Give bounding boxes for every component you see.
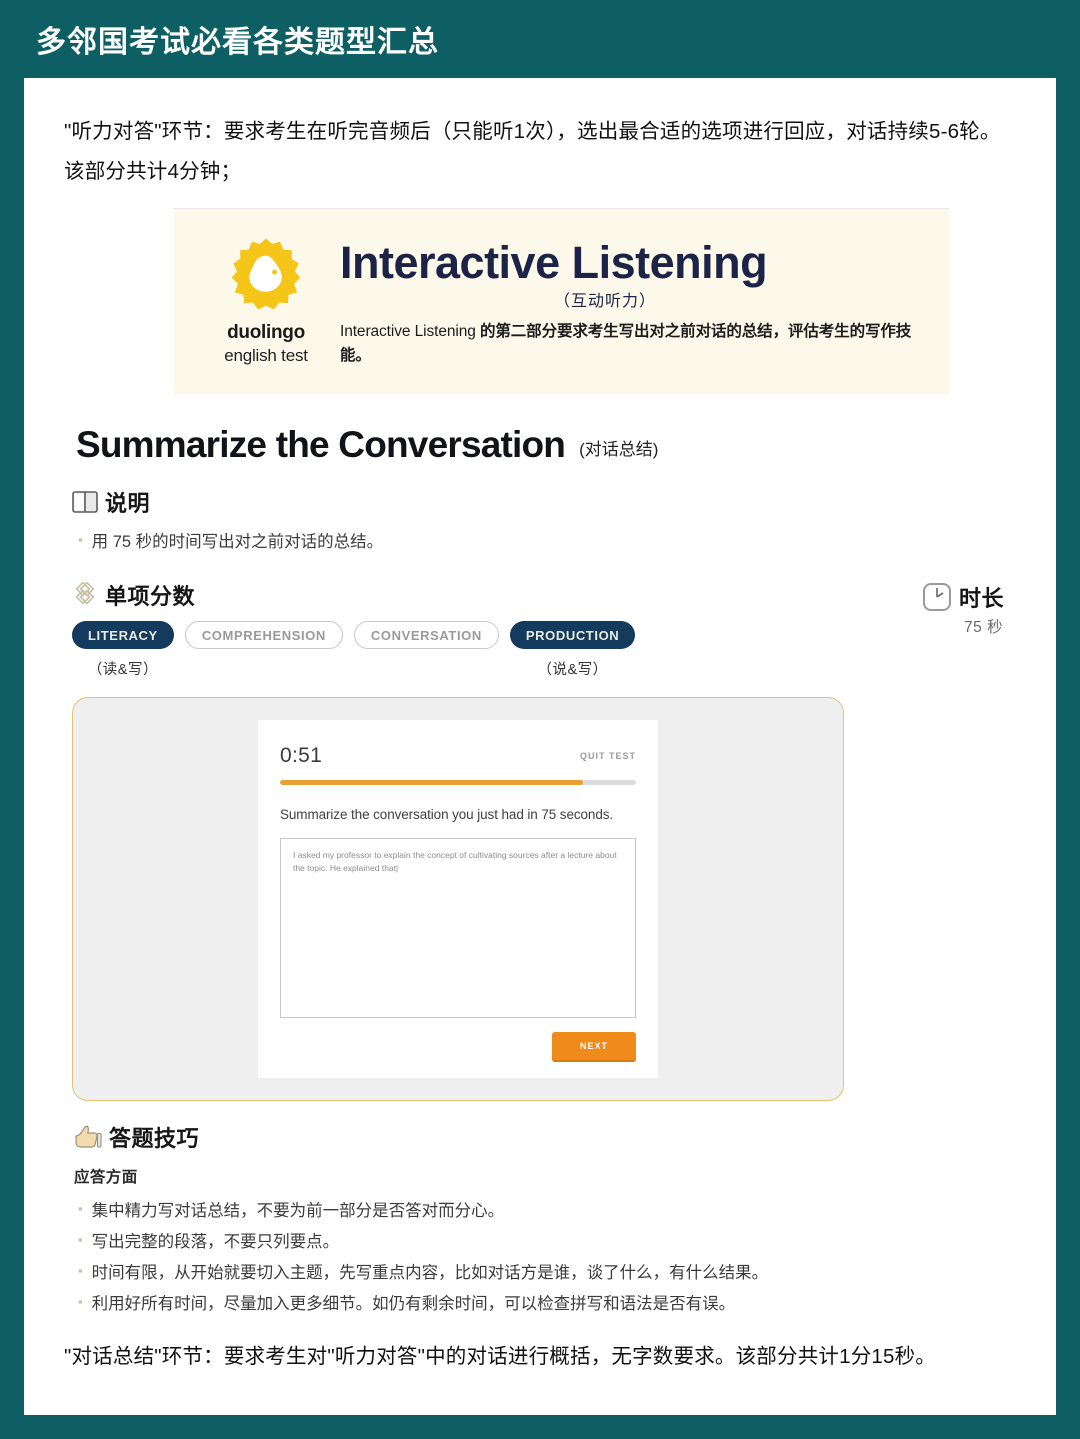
diamond-pattern-icon bbox=[75, 582, 95, 605]
list-item: ▪ 利用好所有时间，尽量加入更多细节。如仍有剩余时间，可以检查拼写和语法是否有误… bbox=[78, 1290, 1016, 1319]
duration-block: 时长 75 秒 bbox=[922, 579, 1004, 637]
mockup-answer-input[interactable]: I asked my professor to explain the conc… bbox=[280, 838, 636, 1019]
score-tag-label[interactable]: LITERACY bbox=[72, 621, 174, 650]
tips-list: ▪ 集中精力写对话总结，不要为前一部分是否答对而分心。 ▪ 写出完整的段落，不要… bbox=[78, 1197, 1016, 1319]
tips-heading-row: 答题技巧 bbox=[72, 1121, 1016, 1153]
instructions-list: ▪ 用 75 秒的时间写出对之前对话的总结。 bbox=[78, 528, 1016, 557]
next-button[interactable]: NEXT bbox=[552, 1032, 636, 1061]
scores-block: 单项分数 LITERACY （读&写） COMPREHENSION CONVER… bbox=[72, 579, 636, 679]
scores-heading-row: 单项分数 bbox=[72, 579, 635, 611]
mockup-screen: 0:51 QUIT TEST Summarize the conversatio… bbox=[258, 720, 658, 1079]
list-item-text: 写出完整的段落，不要只列要点。 bbox=[91, 1232, 340, 1251]
score-tag-note: （读&写） bbox=[87, 662, 158, 679]
section-block: Summarize the Conversation (对话总结) bbox=[72, 424, 1016, 466]
list-item: ▪ 集中精力写对话总结，不要为前一部分是否答对而分心。 bbox=[78, 1197, 1016, 1226]
score-tag-label[interactable]: COMPREHENSION bbox=[184, 621, 343, 650]
book-icon bbox=[72, 491, 98, 514]
banner-text-block: Interactive Listening （互动听力） Interactive… bbox=[334, 235, 929, 368]
mockup-progress-fill bbox=[280, 780, 583, 786]
bullet-dot-icon: ▪ bbox=[78, 1201, 83, 1217]
mockup-prompt: Summarize the conversation you just had … bbox=[280, 807, 614, 823]
instructions-heading: 说明 bbox=[105, 491, 151, 517]
duolingo-subtitle: english test bbox=[224, 345, 308, 365]
list-item-text: 集中精力写对话总结，不要为前一部分是否答对而分心。 bbox=[91, 1202, 505, 1221]
bullet-dot-icon: ▪ bbox=[78, 1262, 83, 1278]
page-header: 多邻国考试必看各类题型汇总 bbox=[0, 0, 1080, 78]
mockup-timer: 0:51 bbox=[280, 744, 323, 768]
duolingo-owl-icon bbox=[231, 238, 301, 310]
scores-duration-row: 单项分数 LITERACY （读&写） COMPREHENSION CONVER… bbox=[72, 579, 1016, 679]
score-tag-label[interactable]: CONVERSATION bbox=[353, 621, 499, 650]
list-item: ▪ 用 75 秒的时间写出对之前对话的总结。 bbox=[78, 528, 1016, 557]
mockup-footer: NEXT bbox=[280, 1032, 636, 1061]
list-item-text: 时间有限，从开始就要切入主题，先写重点内容，比如对话方是谁，谈了什么，有什么结果… bbox=[91, 1263, 769, 1282]
clock-icon bbox=[922, 583, 951, 612]
bullet-dot-icon: ▪ bbox=[78, 532, 83, 548]
score-tag-list: LITERACY （读&写） COMPREHENSION CONVERSATIO… bbox=[72, 621, 636, 679]
mockup-card: 0:51 QUIT TEST Summarize the conversatio… bbox=[72, 697, 844, 1102]
score-tag-production[interactable]: PRODUCTION （说&写） bbox=[509, 621, 636, 679]
score-tag-note: （说&写） bbox=[537, 662, 608, 679]
duolingo-logo-block: duolingo english test bbox=[198, 235, 334, 366]
list-item: ▪ 写出完整的段落，不要只列要点。 bbox=[78, 1228, 1016, 1257]
duration-heading-row: 时长 bbox=[922, 581, 1004, 613]
banner-title-en: Interactive Listening bbox=[340, 236, 768, 288]
score-tag-literacy[interactable]: LITERACY （读&写） bbox=[72, 621, 174, 679]
score-tag-comprehension[interactable]: COMPREHENSION bbox=[184, 621, 343, 679]
mockup-progress-bar bbox=[280, 780, 636, 786]
section-title-cn: (对话总结) bbox=[579, 440, 659, 460]
intro-paragraph: "听力对答"环节：要求考生在听完音频后（只能听1次），选出最合适的选项进行回应，… bbox=[64, 120, 1001, 183]
tips-subheading: 应答方面 bbox=[74, 1169, 138, 1187]
instructions-heading-row: 说明 bbox=[72, 486, 1016, 518]
list-item-text: 利用好所有时间，尽量加入更多细节。如仍有剩余时间，可以检查拼写和语法是否有误。 bbox=[91, 1294, 736, 1313]
scores-heading: 单项分数 bbox=[105, 584, 196, 610]
section-title-row: Summarize the Conversation (对话总结) bbox=[72, 424, 1016, 466]
section-title-en: Summarize the Conversation bbox=[72, 424, 570, 466]
tips-heading: 答题技巧 bbox=[109, 1126, 200, 1152]
quit-test-button[interactable]: QUIT TEST bbox=[580, 751, 636, 761]
outro-paragraph: "对话总结"环节：要求考生对"听力对答"中的对话进行概括，无字数要求。该部分共计… bbox=[64, 1344, 937, 1368]
duration-value: 75 秒 bbox=[963, 619, 1004, 637]
score-tag-label[interactable]: PRODUCTION bbox=[509, 621, 636, 650]
banner-description: Interactive Listening 的第二部分要求考生写出对之前对话的总… bbox=[340, 320, 929, 368]
list-item-text: 用 75 秒的时间写出对之前对话的总结。 bbox=[91, 533, 384, 552]
mockup-header: 0:51 QUIT TEST bbox=[280, 744, 636, 768]
list-item: ▪ 时间有限，从开始就要切入主题，先写重点内容，比如对话方是谁，谈了什么，有什么… bbox=[78, 1259, 1016, 1288]
duolingo-wordmark: duolingo bbox=[227, 321, 305, 343]
page-title: 多邻国考试必看各类题型汇总 bbox=[36, 26, 439, 59]
banner-description-en: Interactive Listening bbox=[340, 323, 476, 341]
thumbs-up-icon bbox=[75, 1125, 102, 1148]
score-tag-conversation[interactable]: CONVERSATION bbox=[353, 621, 499, 679]
banner-title-cn: （互动听力） bbox=[553, 293, 656, 311]
duration-heading: 时长 bbox=[958, 586, 1004, 612]
bullet-dot-icon: ▪ bbox=[78, 1231, 83, 1247]
bullet-dot-icon: ▪ bbox=[78, 1293, 83, 1309]
duolingo-banner: duolingo english test Interactive Listen… bbox=[174, 207, 949, 395]
content-sheet: "听力对答"环节：要求考生在听完音频后（只能听1次），选出最合适的选项进行回应，… bbox=[24, 78, 1056, 1415]
